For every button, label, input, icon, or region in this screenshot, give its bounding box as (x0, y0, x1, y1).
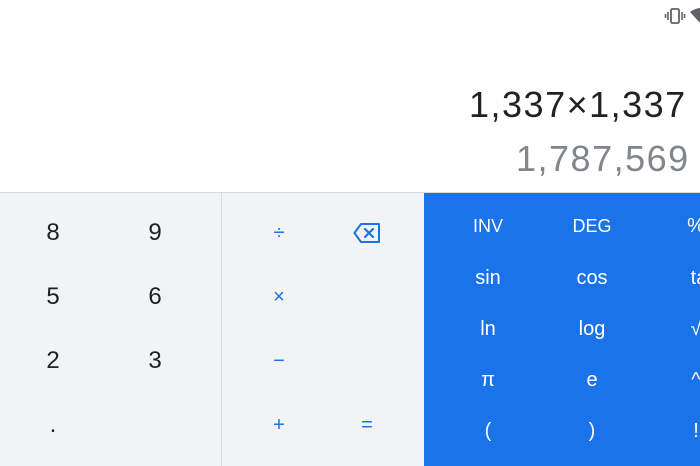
digit-5-button[interactable]: 5 (13, 275, 93, 319)
backspace-button[interactable] (327, 211, 407, 255)
keypad: 8 9 5 6 2 3 . ÷ × − + = INV DEG % sin co… (0, 192, 700, 466)
digit-2-button[interactable]: 2 (13, 339, 93, 383)
formula-text[interactable]: 1,337×1,337 (469, 84, 687, 126)
factorial-button[interactable]: ! (656, 409, 700, 453)
plus-button[interactable]: + (239, 403, 319, 447)
log-button[interactable]: log (552, 307, 632, 351)
pi-button[interactable]: π (448, 358, 528, 402)
wifi-icon (690, 7, 700, 25)
advanced-pad: INV DEG % sin cos ta ln log √ π e ^ ( ) … (424, 193, 700, 466)
status-bar (0, 0, 700, 32)
left-paren-button[interactable]: ( (448, 409, 528, 453)
ln-button[interactable]: ln (448, 307, 528, 351)
backspace-icon (353, 222, 381, 244)
minus-button[interactable]: − (239, 339, 319, 383)
digit-9-button[interactable]: 9 (115, 211, 195, 255)
inv-button[interactable]: INV (448, 204, 528, 248)
multiply-button[interactable]: × (239, 275, 319, 319)
numeric-pad: 8 9 5 6 2 3 . (0, 193, 221, 466)
digit-8-button[interactable]: 8 (13, 211, 93, 255)
percent-button[interactable]: % (656, 204, 700, 248)
result-preview[interactable]: 1,787,569 (516, 138, 690, 180)
power-button[interactable]: ^ (656, 358, 700, 402)
cos-button[interactable]: cos (552, 256, 632, 300)
digit-6-button[interactable]: 6 (115, 275, 195, 319)
tan-button[interactable]: ta (659, 256, 700, 300)
digit-3-button[interactable]: 3 (115, 339, 195, 383)
equals-button[interactable]: = (327, 403, 407, 447)
divide-button[interactable]: ÷ (239, 211, 319, 255)
sin-button[interactable]: sin (448, 256, 528, 300)
euler-button[interactable]: e (552, 358, 632, 402)
decimal-point-button[interactable]: . (13, 403, 93, 447)
square-root-button[interactable]: √ (656, 307, 700, 351)
calculator-display: 1,337×1,337 1,787,569 (0, 32, 700, 192)
deg-button[interactable]: DEG (552, 204, 632, 248)
vibrate-icon (664, 7, 686, 25)
operator-pad: ÷ × − + = (222, 193, 424, 466)
right-paren-button[interactable]: ) (552, 409, 632, 453)
